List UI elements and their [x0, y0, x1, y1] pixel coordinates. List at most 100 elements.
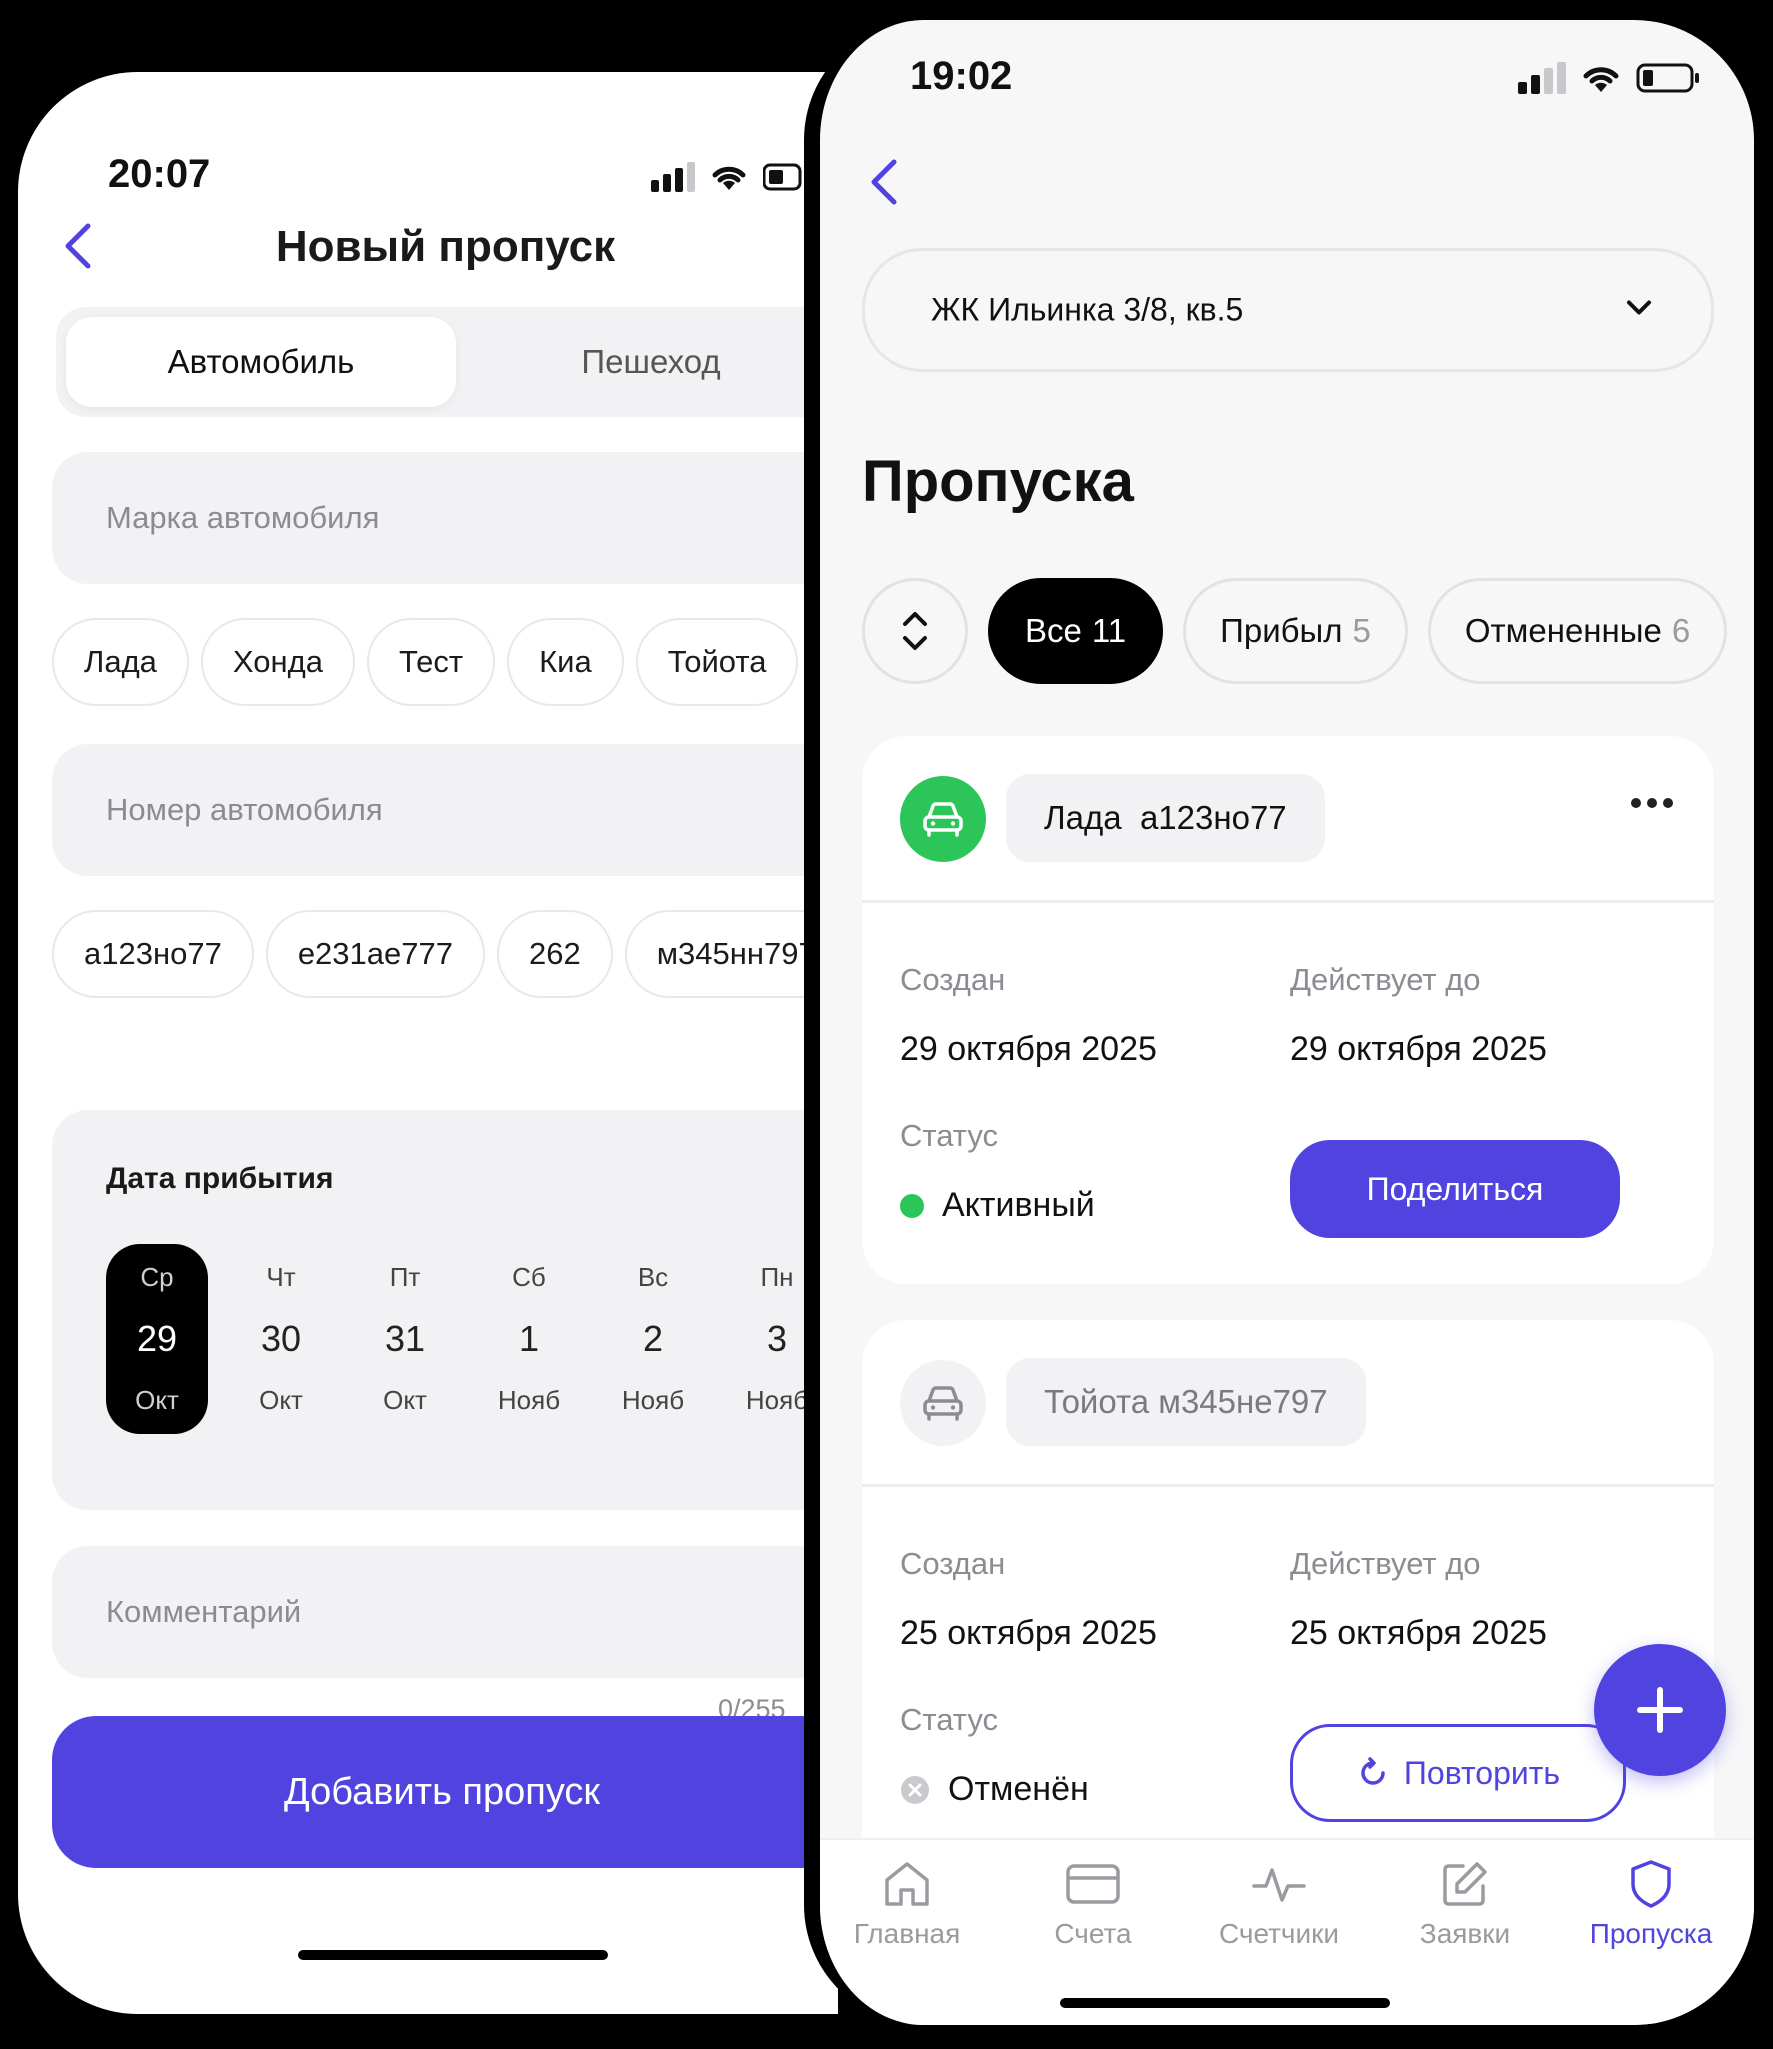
car-brand-placeholder: Марка автомобиля [106, 500, 380, 535]
filter-cancelled[interactable]: Отмененные 6 [1427, 578, 1728, 684]
tab-meters[interactable]: Счетчики [1194, 1858, 1364, 1950]
page-title: Пропуска [862, 449, 1134, 514]
sort-button[interactable] [862, 578, 968, 684]
pulse-icon [1252, 1868, 1306, 1902]
number-chip[interactable]: 262 [496, 910, 613, 998]
edit-icon [1443, 1862, 1487, 1906]
status-value: Отменён [900, 1770, 1089, 1809]
date-option[interactable]: Сб 1 Нояб [478, 1244, 580, 1434]
number-suggestions: а123но77 е231ае777 262 м345нн797 [52, 910, 838, 998]
created-date: 25 октября 2025 [900, 1614, 1157, 1652]
day-month: Окт [259, 1385, 303, 1415]
page-title: Новый пропуск [275, 222, 616, 271]
day-of-week: Ср [140, 1262, 174, 1292]
filter-all[interactable]: Все 11 [988, 578, 1164, 684]
day-month: Окт [135, 1385, 179, 1415]
cancelled-x-icon [901, 1775, 929, 1804]
status-active-dot-icon [900, 1193, 924, 1218]
back-button[interactable] [866, 156, 902, 208]
created-label: Создан [900, 962, 1006, 997]
day-of-week: Сб [512, 1262, 546, 1292]
status-text: Активный [942, 1186, 1095, 1224]
filter-bar: Все 11 Прибыл 5 Отмененные 6 [862, 578, 1728, 684]
number-chip[interactable]: а123но77 [52, 910, 254, 998]
tab-passes[interactable]: Пропуска [1566, 1858, 1736, 1950]
brand-chip[interactable]: Киа [507, 618, 624, 706]
home-indicator [1060, 1998, 1390, 2008]
refresh-icon [1361, 1757, 1385, 1785]
filter-label: Все [1025, 612, 1082, 649]
day-number: 30 [260, 1318, 302, 1359]
date-option-selected[interactable]: Ср 29 Окт [106, 1244, 208, 1434]
repeat-label: Повторить [1403, 1754, 1561, 1791]
tab-pedestrian[interactable]: Пешеход [456, 317, 838, 407]
tab-label: Счета [1054, 1918, 1132, 1949]
filter-label: Отмененные [1464, 612, 1662, 649]
car-icon [900, 776, 986, 862]
day-number: 1 [518, 1318, 540, 1359]
pass-card: Лада а123но77 Создан 29 октября 2025 Дей… [862, 736, 1714, 1284]
status-bar: 20:07 [18, 152, 838, 212]
brand-chip[interactable]: Тойота [635, 618, 799, 706]
day-month: Нояб [497, 1385, 561, 1415]
car-brand-input[interactable]: Марка автомобиля [52, 452, 838, 584]
day-number: 29 [136, 1318, 178, 1359]
tab-label: Заявки [1419, 1918, 1511, 1949]
comment-placeholder: Комментарий [106, 1594, 302, 1629]
car-number-input[interactable]: Номер автомобиля [52, 744, 838, 876]
chevron-left-icon [871, 159, 897, 205]
bottom-tab-bar: Главная Счета Счетчики Заявки Пропуска [820, 1838, 1754, 2025]
day-of-week: Вс [637, 1262, 669, 1292]
valid-until-label: Действует до [1290, 962, 1481, 997]
date-option[interactable]: Чт 30 Окт [230, 1244, 332, 1434]
day-number: 2 [642, 1318, 664, 1359]
more-dots-icon [1631, 798, 1673, 808]
tab-bills[interactable]: Счета [1008, 1858, 1178, 1950]
repeat-button[interactable]: Повторить [1290, 1724, 1626, 1822]
add-pass-fab[interactable] [1594, 1644, 1726, 1776]
valid-until-date: 29 октября 2025 [1290, 1030, 1547, 1068]
day-of-week: Пт [389, 1262, 421, 1292]
filter-count: 5 [1352, 612, 1371, 649]
pass-card: Тойота м345не797 Создан 25 октября 2025 … [862, 1320, 1714, 1920]
brand-chip[interactable]: Лада [52, 618, 189, 706]
share-button[interactable]: Поделиться [1290, 1140, 1620, 1238]
comment-input[interactable]: Комментарий [52, 1546, 838, 1678]
day-month: Окт [383, 1385, 427, 1415]
created-label: Создан [900, 1546, 1006, 1581]
pass-vehicle: Тойота м345не797 [1006, 1358, 1366, 1446]
brand-chip[interactable]: Хонда [200, 618, 355, 706]
add-pass-button[interactable]: Добавить пропуск [52, 1716, 838, 1868]
date-option[interactable]: Вс 2 Нояб [602, 1244, 704, 1434]
home-icon [885, 1862, 929, 1906]
home-indicator [298, 1950, 608, 1960]
day-number: 31 [384, 1318, 426, 1359]
pass-vehicle: Лада а123но77 [1006, 774, 1325, 862]
tab-label: Пропуска [1589, 1918, 1713, 1949]
valid-until-date: 25 октября 2025 [1290, 1614, 1547, 1652]
day-month: Нояб [621, 1385, 685, 1415]
status-time: 19:02 [910, 54, 1013, 98]
filter-arrived[interactable]: Прибыл 5 [1183, 578, 1408, 684]
day-of-week: Чт [266, 1262, 296, 1292]
plus-icon [1637, 1687, 1683, 1733]
arrival-date-card: Дата прибытия Ср 29 Окт Чт 30 Окт Пт 31 … [52, 1110, 838, 1510]
brand-chip[interactable]: Тест [366, 618, 496, 706]
address-select[interactable]: ЖК Ильинка 3/8, кв.5 [862, 248, 1714, 372]
number-chip[interactable]: е231ае777 [265, 910, 485, 998]
status-time: 20:07 [108, 152, 211, 196]
created-date: 29 октября 2025 [900, 1030, 1157, 1068]
date-picker: Ср 29 Окт Чт 30 Окт Пт 31 Окт Сб 1 Нояб … [106, 1244, 838, 1434]
valid-until-label: Действует до [1290, 1546, 1481, 1581]
brand-suggestions: Лада Хонда Тест Киа Тойота [52, 618, 799, 706]
status-label: Статус [900, 1118, 998, 1153]
tab-home[interactable]: Главная [822, 1858, 992, 1950]
date-option[interactable]: Пт 31 Окт [354, 1244, 456, 1434]
day-month: Нояб [745, 1385, 809, 1415]
tab-car[interactable]: Автомобиль [66, 317, 456, 407]
battery-icon [763, 163, 802, 191]
car-icon [900, 1360, 986, 1446]
filter-count: 6 [1671, 612, 1691, 649]
more-menu-button[interactable] [1630, 796, 1674, 815]
tab-requests[interactable]: Заявки [1380, 1858, 1550, 1950]
